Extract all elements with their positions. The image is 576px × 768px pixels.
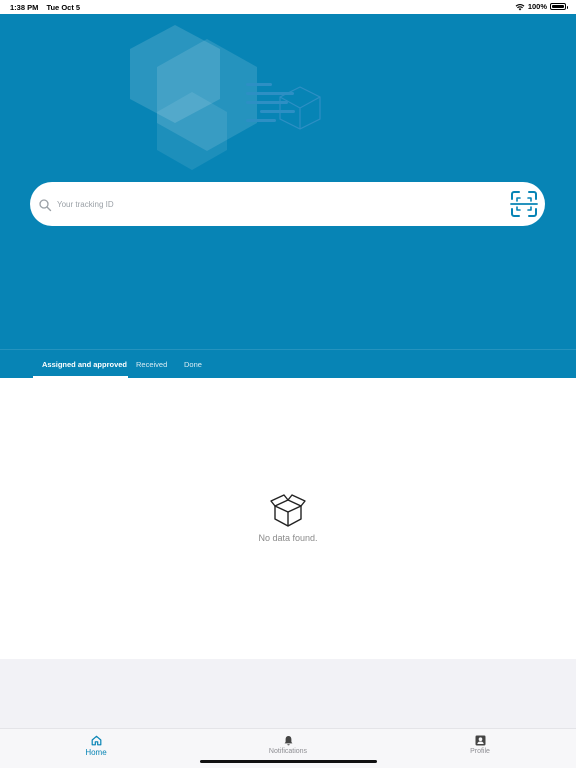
tab-assigned-and-approved[interactable]: Assigned and approved xyxy=(42,360,127,369)
tab-received[interactable]: Received xyxy=(136,360,167,369)
shipment-list: No data found. xyxy=(0,378,576,659)
scan-icon[interactable] xyxy=(509,189,539,219)
nav-home-label: Home xyxy=(85,748,107,757)
bell-icon xyxy=(284,736,292,746)
nav-profile[interactable]: Profile xyxy=(440,735,520,755)
search-bar[interactable] xyxy=(30,182,545,226)
status-right: 100% xyxy=(515,2,568,11)
status-time: 1:38 PM xyxy=(10,3,39,12)
status-left: 1:38 PM Tue Oct 5 xyxy=(10,3,86,12)
shipping-illustration xyxy=(130,25,321,170)
empty-box-icon xyxy=(270,494,306,527)
battery-icon xyxy=(550,3,568,10)
status-bar: 1:38 PM Tue Oct 5 100% xyxy=(0,0,576,14)
nav-home[interactable]: Home xyxy=(56,735,136,757)
home-indicator xyxy=(200,760,377,763)
wifi-icon xyxy=(515,3,525,10)
tracking-id-input[interactable] xyxy=(57,194,497,214)
tab-done[interactable]: Done xyxy=(184,360,202,369)
status-tabs: Assigned and approved Received Done xyxy=(0,349,576,378)
profile-icon xyxy=(475,735,485,746)
nav-profile-label: Profile xyxy=(470,748,490,755)
nav-notifications[interactable]: Notifications xyxy=(248,735,328,755)
empty-state-message: No data found. xyxy=(258,533,318,543)
status-date: Tue Oct 5 xyxy=(46,3,81,12)
search-icon xyxy=(39,199,52,212)
hero-header: Assigned and approved Received Done xyxy=(0,14,576,378)
home-icon xyxy=(91,735,101,746)
battery-percentage: 100% xyxy=(527,2,547,11)
nav-notifications-label: Notifications xyxy=(268,748,308,755)
